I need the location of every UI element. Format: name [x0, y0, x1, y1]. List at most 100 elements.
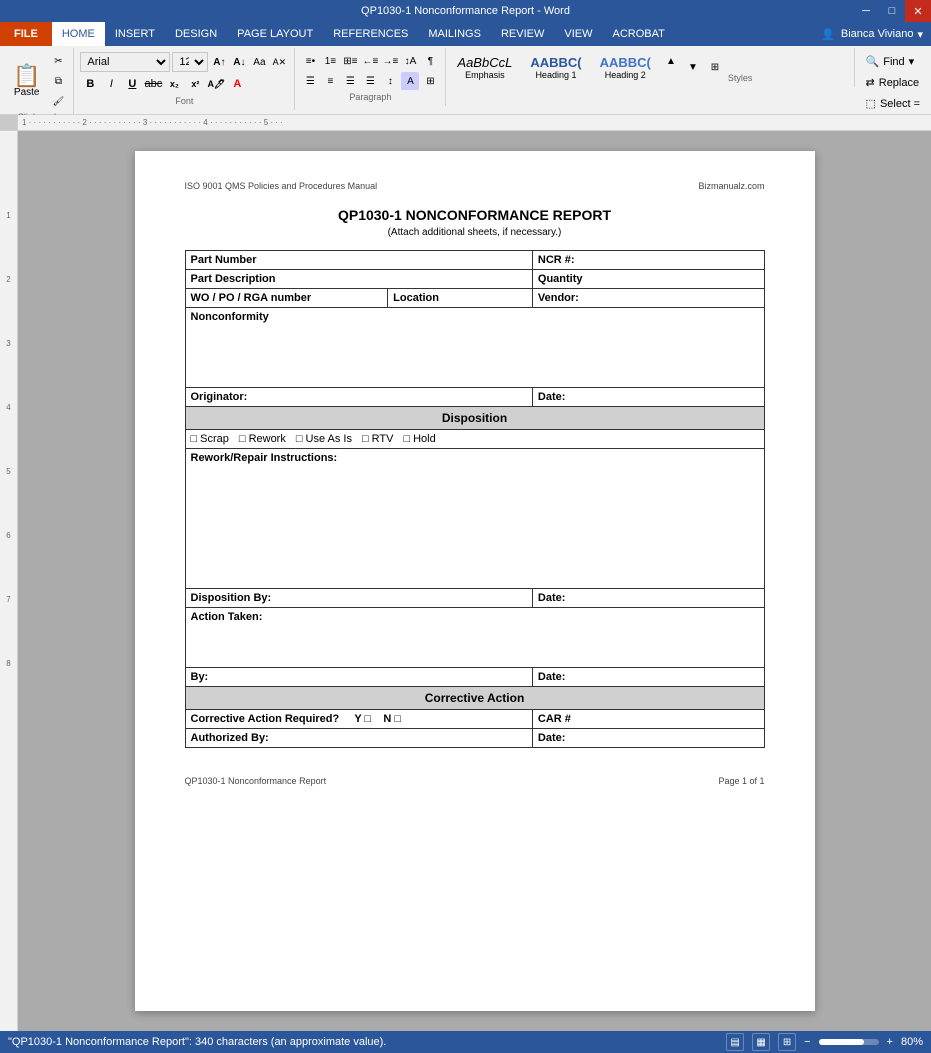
minimize-button[interactable]: ─	[853, 0, 879, 22]
justify-button[interactable]: ☰	[361, 72, 379, 90]
useas-label: Use As Is	[306, 433, 352, 445]
rtv-checkbox[interactable]: □	[362, 433, 369, 445]
useas-checkbox[interactable]: □	[296, 433, 303, 445]
menu-acrobat[interactable]: ACROBAT	[602, 22, 674, 46]
paste-label: Paste	[14, 87, 40, 98]
table-row: Originator: Date:	[185, 388, 764, 407]
change-case-button[interactable]: Aa	[250, 53, 268, 71]
date2-label: Date:	[532, 589, 764, 608]
clear-formatting-button[interactable]: A✕	[270, 53, 288, 71]
borders-button[interactable]: ⊞	[421, 72, 439, 90]
rework-checkbox[interactable]: □	[239, 433, 246, 445]
page: ISO 9001 QMS Policies and Procedures Man…	[135, 151, 815, 1011]
subscript-button[interactable]: x₂	[164, 74, 184, 94]
numbering-button[interactable]: 1≡	[321, 52, 339, 70]
decrease-indent-button[interactable]: ←≡	[361, 52, 379, 70]
line-spacing-button[interactable]: ↕	[381, 72, 399, 90]
menu-review[interactable]: REVIEW	[491, 22, 554, 46]
location-label: Location	[388, 289, 533, 308]
ruler-v-8: 8	[6, 659, 10, 668]
grow-font-button[interactable]: A↑	[210, 53, 228, 71]
style-heading2-label: Heading 2	[605, 70, 646, 80]
font-name-select[interactable]: Arial	[80, 52, 170, 72]
select-label: Select =	[880, 98, 920, 110]
menu-design[interactable]: DESIGN	[165, 22, 227, 46]
part-description-label: Part Description	[185, 270, 532, 289]
styles-group: AaBbCcL Emphasis AABBC( Heading 1 AABBC(…	[446, 48, 854, 87]
show-hide-button[interactable]: ¶	[421, 52, 439, 70]
part-number-label: Part Number	[185, 251, 532, 270]
cut-button[interactable]: ✂	[49, 52, 67, 70]
view-print-button[interactable]: ▤	[726, 1033, 744, 1051]
find-arrow: ▾	[909, 55, 915, 68]
footer-right: Page 1 of 1	[718, 776, 764, 786]
hold-checkbox[interactable]: □	[403, 433, 410, 445]
rtv-label: RTV	[372, 433, 394, 445]
table-row: Disposition	[185, 407, 764, 430]
doc-title: QP1030-1 NONCONFORMANCE REPORT	[185, 207, 765, 223]
scrap-label: Scrap	[200, 433, 229, 445]
corrective-action-header: Corrective Action	[185, 687, 764, 710]
font-color-button[interactable]: A	[227, 74, 247, 94]
maximize-button[interactable]: □	[879, 0, 905, 22]
increase-indent-button[interactable]: →≡	[381, 52, 399, 70]
font-format-row: B I U abc x₂ x² A🖊 A	[80, 74, 288, 94]
align-left-button[interactable]: ☰	[301, 72, 319, 90]
multilevel-button[interactable]: ⊞≡	[341, 52, 359, 70]
style-heading1-button[interactable]: AABBC( Heading 1	[523, 52, 588, 83]
align-center-button[interactable]: ≡	[321, 72, 339, 90]
view-web-button[interactable]: ▦	[752, 1033, 770, 1051]
text-highlight-button[interactable]: A🖊	[206, 74, 226, 94]
doc-status: "QP1030-1 Nonconformance Report": 340 ch…	[8, 1036, 386, 1048]
menu-view[interactable]: VIEW	[554, 22, 602, 46]
styles-scroll-down[interactable]: ▼	[684, 59, 702, 77]
menu-mailings[interactable]: MAILINGS	[418, 22, 491, 46]
superscript-button[interactable]: x²	[185, 74, 205, 94]
style-heading2-button[interactable]: AABBC( Heading 2	[593, 52, 658, 83]
select-button[interactable]: ⬚ Select =	[859, 94, 927, 113]
bold-button[interactable]: B	[80, 74, 100, 94]
menu-references[interactable]: REFERENCES	[323, 22, 418, 46]
corrective-action-required-cell: Corrective Action Required? Y □ N □	[185, 710, 532, 729]
view-read-button[interactable]: ⊞	[778, 1033, 796, 1051]
ruler-v-1: 1	[6, 211, 10, 220]
table-row: Rework/Repair Instructions:	[185, 449, 764, 589]
main-area: 1 2 3 4 5 6 7 8 ISO 9001 QMS Policies an…	[0, 131, 931, 1031]
replace-button[interactable]: ⇄ Replace	[859, 73, 927, 92]
ruler-v-5: 5	[6, 467, 10, 476]
menu-page-layout[interactable]: PAGE LAYOUT	[227, 22, 323, 46]
hold-option: □ Hold	[403, 433, 435, 445]
copy-button[interactable]: ⧉	[49, 72, 67, 90]
paste-button[interactable]: 📋 Paste	[6, 62, 47, 101]
format-painter-button[interactable]: 🖌	[49, 92, 67, 110]
styles-scroll-up[interactable]: ▲	[662, 52, 680, 70]
menu-home[interactable]: HOME	[52, 22, 105, 46]
strikethrough-button[interactable]: abc	[143, 74, 163, 94]
style-emphasis-button[interactable]: AaBbCcL Emphasis	[450, 52, 519, 83]
styles-expand[interactable]: ⊞	[706, 59, 724, 77]
align-right-button[interactable]: ☰	[341, 72, 359, 90]
menu-file[interactable]: FILE	[0, 22, 52, 46]
menu-insert[interactable]: INSERT	[105, 22, 165, 46]
shading-button[interactable]: A	[401, 72, 419, 90]
font-size-select[interactable]: 12	[172, 52, 208, 72]
rework-instructions-label: Rework/Repair Instructions:	[185, 449, 764, 589]
italic-button[interactable]: I	[101, 74, 121, 94]
table-row: Action Taken:	[185, 608, 764, 668]
sort-button[interactable]: ↕A	[401, 52, 419, 70]
ruler-v-4: 4	[6, 403, 10, 412]
shrink-font-button[interactable]: A↓	[230, 53, 248, 71]
style-heading2: AABBC( Heading 2	[593, 52, 658, 83]
disposition-by-label: Disposition By:	[185, 589, 532, 608]
find-button[interactable]: 🔍 Find ▾	[859, 52, 927, 71]
zoom-level: 80%	[901, 1036, 923, 1048]
bullets-button[interactable]: ≡•	[301, 52, 319, 70]
ruler-corner	[0, 115, 18, 131]
underline-button[interactable]: U	[122, 74, 142, 94]
date3-label: Date:	[532, 668, 764, 687]
rework-option: □ Rework	[239, 433, 286, 445]
close-button[interactable]: ✕	[905, 0, 931, 22]
replace-icon: ⇄	[866, 76, 875, 89]
scrap-checkbox[interactable]: □	[191, 433, 198, 445]
hold-label: Hold	[413, 433, 436, 445]
